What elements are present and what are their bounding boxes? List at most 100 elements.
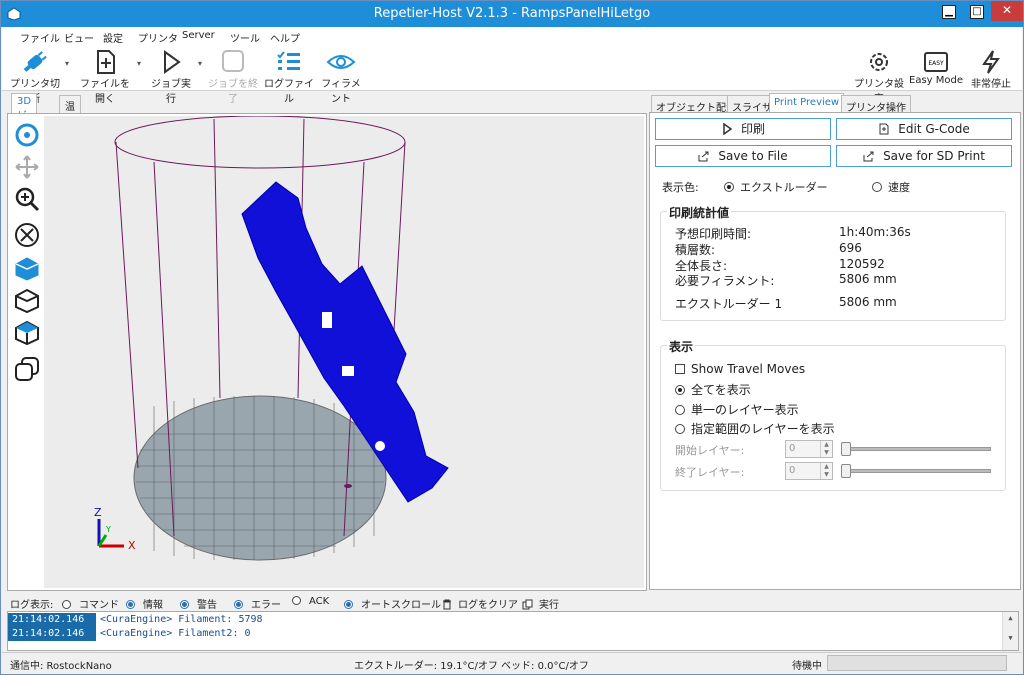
log-command-toggle[interactable]: コマンド [62,596,119,611]
color-speed-radio[interactable] [872,182,882,192]
log-clear-button[interactable]: ログをクリア [442,596,518,611]
menu-tools[interactable]: ツール [230,30,260,45]
iso-view-icon[interactable] [14,256,40,282]
stat-layers-value: 696 [839,241,862,255]
log-autoscroll-radio[interactable] [344,600,353,609]
show-travel-checkbox[interactable] [675,364,685,374]
open-file-dropdown[interactable]: ▾ [137,59,143,89]
show-all-radio[interactable] [675,385,685,395]
log-timestamp: 21:14:02.146 [8,627,96,641]
log-autoscroll-label: オートスクロール [361,600,441,611]
tab-3d-view[interactable]: 3Dビュー [11,93,38,152]
end-layer-label: 終了レイヤー: [675,466,745,479]
move-icon[interactable] [14,154,40,180]
menu-bar: ファイル ビュー 設定 プリンタ Server ツール ヘルプ [2,27,1022,47]
tab-printer-control[interactable]: プリンタ操作 [841,95,911,114]
title-bar: Repetier-Host V2.1.3 - RampsPanelHiLetgo… [1,1,1023,27]
end-layer-spinner[interactable]: 0 ▲ ▼ [785,462,833,480]
spin-down-icon: ▼ [824,471,829,478]
stat-time-value: 1h:40m:36s [839,225,911,239]
emergency-stop-button[interactable]: 非常停止 [968,49,1014,90]
layer-range-radio[interactable] [675,424,685,434]
log-command-radio[interactable] [62,600,71,609]
color-speed-option[interactable]: 速度 [872,179,910,195]
edit-file-icon [879,123,889,135]
camera-icon[interactable] [14,122,40,148]
3d-canvas[interactable]: Z X Y [44,116,644,588]
easy-mode-label: Easy Mode [909,75,963,86]
log-error-toggle[interactable]: エラー [234,596,281,611]
maximize-icon: □ [970,5,984,19]
objects-icon[interactable] [14,356,40,382]
left-pane: 3Dビュー 温度モニタ [7,93,647,591]
zoom-icon[interactable] [14,186,40,212]
display-title: 表示 [667,338,696,355]
axis-y-label: Y [105,525,111,534]
connection-status: 通信中: RostockNano [10,661,112,672]
axis-z-label: Z [94,506,102,519]
spinner-arrows-icon[interactable]: ▲ ▼ [820,441,832,457]
fit-icon[interactable] [14,222,40,248]
tab-print-preview[interactable]: Print Preview [769,93,845,113]
minimize-button[interactable]: ▁ [935,1,963,21]
log-run-label: 実行 [539,600,559,611]
print-button[interactable]: 印刷 [655,118,831,140]
end-layer-slider[interactable] [841,462,991,480]
menu-view[interactable]: ビュー [64,30,94,45]
log-autoscroll-toggle[interactable]: オートスクロール [344,596,441,611]
menu-printer[interactable]: プリンタ [138,30,178,45]
edit-gcode-button[interactable]: Edit G-Code [836,118,1012,140]
start-layer-slider[interactable] [841,440,991,458]
start-layer-spinner[interactable]: 0 ▲ ▼ [785,440,833,458]
stat-filament-label: 必要フィラメント: [675,274,775,288]
maximize-button[interactable]: □ [963,1,991,21]
scroll-down-icon[interactable]: ▼ [1003,634,1018,642]
stat-length-value: 120592 [839,257,885,271]
spin-down-icon: ▼ [824,449,829,456]
layer-range-option[interactable]: 指定範囲のレイヤーを表示 [675,420,835,437]
log-info-toggle[interactable]: 情報 [126,596,163,611]
checklist-icon [277,51,300,70]
tab-temperature[interactable]: 温度モニタ [59,95,81,173]
close-icon: ✕ [1001,3,1013,17]
log-output[interactable]: 21:14:02.146 <CuraEngine> Filament: 5798… [7,611,1019,651]
start-layer-label: 開始レイヤー: [675,444,745,457]
slider-thumb[interactable] [841,464,851,478]
log-ack-radio[interactable] [292,596,301,605]
single-layer-radio[interactable] [675,405,685,415]
printer-state: 待機中 [792,661,822,672]
menu-settings[interactable]: 設定 [103,30,123,45]
top-view-icon[interactable] [14,320,40,346]
save-to-file-button[interactable]: Save to File [655,145,831,167]
log-timestamp: 21:14:02.146 [8,613,96,627]
temperature-status: エクストルーダー: 19.1°C/オフ ベッド: 0.0°C/オフ [354,661,589,672]
close-button[interactable]: ✕ [991,1,1023,21]
log-error-label: エラー [251,600,281,611]
log-run-button[interactable]: 実行 [522,596,559,611]
menu-file[interactable]: ファイル [20,30,60,45]
log-scrollbar[interactable]: ▲ ▼ [1002,612,1018,650]
disconnect-dropdown[interactable]: ▾ [65,59,71,89]
menu-help[interactable]: ヘルプ [270,30,300,45]
log-ack-toggle[interactable]: ACK [292,596,329,607]
show-all-option[interactable]: 全てを表示 [675,381,751,398]
show-all-label: 全てを表示 [691,383,751,397]
slider-thumb[interactable] [841,442,851,456]
easy-mode-button[interactable]: EASY Easy Mode [908,49,964,86]
front-view-icon[interactable] [14,288,40,314]
log-error-radio[interactable] [234,600,243,609]
log-warning-toggle[interactable]: 警告 [180,596,217,611]
color-extruder-option[interactable]: エクストルーダー [724,179,828,195]
log-warning-radio[interactable] [180,600,189,609]
scroll-up-icon[interactable]: ▲ [1003,614,1018,622]
single-layer-option[interactable]: 単一のレイヤー表示 [675,401,799,418]
spin-up-icon: ▲ [824,441,829,448]
stat-extruder1-value: 5806 mm [839,295,897,309]
log-info-radio[interactable] [126,600,135,609]
show-travel-option[interactable]: Show Travel Moves [675,362,805,376]
color-extruder-radio[interactable] [724,182,734,192]
menu-server[interactable]: Server [182,30,215,41]
save-sd-button[interactable]: Save for SD Print [836,145,1012,167]
run-job-dropdown[interactable]: ▾ [198,59,204,89]
spinner-arrows-icon[interactable]: ▲ ▼ [820,463,832,479]
